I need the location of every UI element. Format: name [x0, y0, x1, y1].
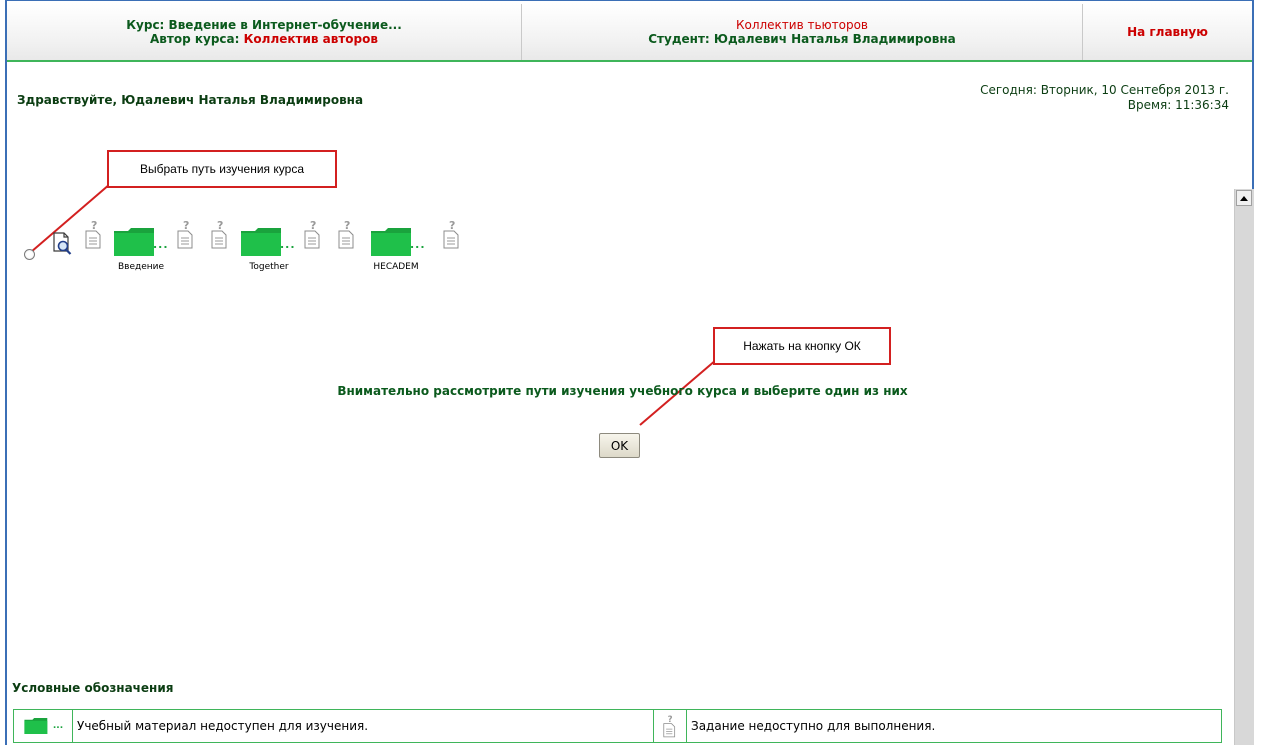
callout-press-ok: Нажать на кнопку ОК [713, 327, 891, 365]
green-folder-icon [241, 228, 281, 256]
question-document-icon: ? [211, 219, 227, 249]
question-document-icon: ? [663, 715, 676, 738]
module-label: Together [249, 262, 289, 272]
svg-text:?: ? [449, 219, 455, 232]
question-document-icon: ? [338, 219, 354, 249]
path-radio-button[interactable] [24, 249, 35, 260]
legend-title: Условные обозначения [12, 681, 174, 695]
green-folder-icon [24, 718, 48, 734]
module-label: Введение [117, 262, 165, 272]
vertical-scrollbar[interactable] [1234, 189, 1254, 745]
svg-text:?: ? [310, 219, 316, 232]
question-document-icon: ? [304, 219, 320, 249]
legend-dots: ... [52, 721, 64, 731]
green-folder-icon [114, 228, 154, 256]
legend-task-cell: ? [654, 710, 687, 742]
module-dots: ... [153, 238, 169, 251]
legend-folder-cell: ... [14, 710, 73, 742]
module-dots: ... [410, 238, 426, 251]
callout-choose-path: Выбрать путь изучения курса [107, 150, 337, 188]
callout-connectors [30, 183, 717, 426]
magnifier-page-icon[interactable] [52, 231, 72, 257]
ok-button[interactable]: OK [599, 433, 640, 458]
svg-text:?: ? [344, 219, 350, 232]
legend-table: ... Учебный материал недоступен для изуч… [13, 709, 1222, 743]
svg-text:?: ? [217, 219, 223, 232]
svg-text:?: ? [183, 219, 189, 232]
question-document-icon: ? [443, 219, 459, 249]
module-label: HECADEM [373, 262, 419, 272]
module-dots: ... [280, 238, 296, 251]
legend-task-text: Задание недоступно для выполнения. [691, 719, 936, 733]
question-document-icon: ? [177, 219, 193, 249]
instruction-text: Внимательно рассмотрите пути изучения уч… [337, 384, 908, 398]
svg-text:?: ? [91, 219, 97, 232]
green-folder-icon [371, 228, 411, 256]
scroll-up-arrow-icon[interactable] [1236, 190, 1252, 206]
question-document-icon: ? [85, 219, 101, 249]
legend-material-text: Учебный материал недоступен для изучения… [73, 710, 654, 742]
